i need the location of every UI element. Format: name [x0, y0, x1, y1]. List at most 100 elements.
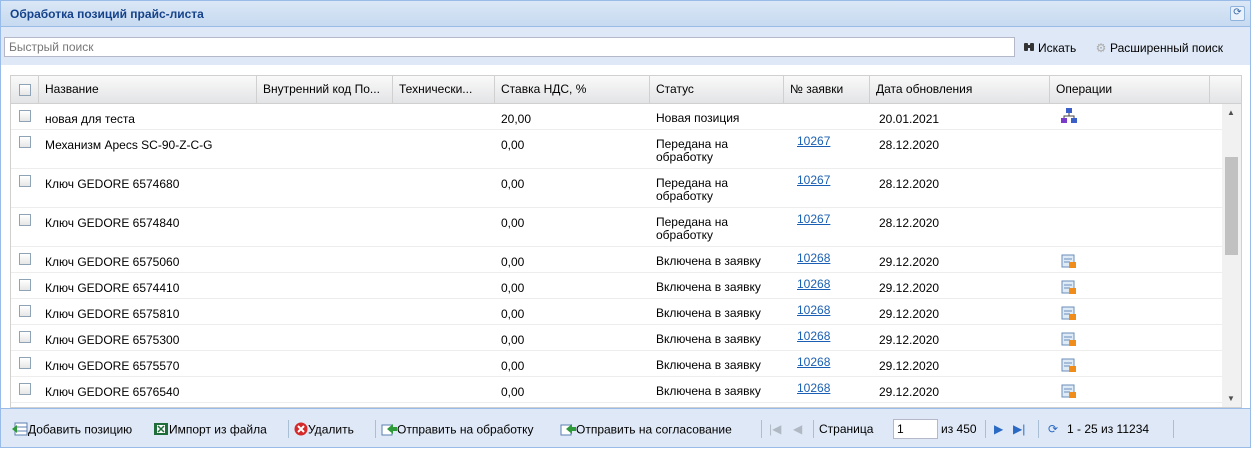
cell-status: Включена в заявку: [656, 332, 761, 346]
toolbar-separator: [288, 420, 289, 438]
column-header-order-number[interactable]: № заявки: [784, 76, 870, 103]
hierarchy-icon[interactable]: [1061, 108, 1077, 127]
order-number-link[interactable]: 10268: [797, 381, 830, 395]
delete-icon: [294, 422, 308, 439]
order-number-link[interactable]: 10268: [797, 251, 830, 265]
table-row[interactable]: новая для теста 20,00 Новая позиция 20.01.2…: [11, 104, 1222, 130]
table-row[interactable]: Ключ GEDORE 6576540 0,00 Включена в заявку…: [11, 377, 1222, 403]
row-checkbox[interactable]: [19, 110, 31, 122]
send-processing-label: Отправить на обработку: [397, 422, 534, 437]
import-file-button[interactable]: Импорт из файла: [153, 422, 267, 439]
select-all-checkbox[interactable]: [19, 84, 31, 96]
positions-grid: Название Внутренний код По... Технически…: [10, 75, 1242, 408]
add-row-icon: [12, 422, 28, 439]
form-icon[interactable]: [1061, 253, 1077, 272]
vertical-scrollbar[interactable]: ▲ ▼: [1222, 104, 1241, 407]
scroll-down-arrow-icon[interactable]: ▼: [1227, 394, 1235, 403]
page-number-input[interactable]: 1: [893, 419, 938, 439]
previous-page-icon[interactable]: ◀: [793, 422, 802, 436]
cell-name: Ключ GEDORE 6575060: [45, 255, 180, 269]
send-processing-button[interactable]: Отправить на обработку: [381, 422, 534, 439]
row-checkbox[interactable]: [19, 214, 31, 226]
order-number-link[interactable]: 10267: [797, 134, 830, 148]
table-row[interactable]: Ключ GEDORE 6574840 0,00 Передана на обраб…: [11, 208, 1222, 247]
delete-button[interactable]: Удалить: [294, 422, 354, 439]
row-checkbox[interactable]: [19, 136, 31, 148]
cell-update-date: 28.12.2020: [879, 216, 940, 230]
form-icon[interactable]: [1061, 305, 1077, 324]
cell-update-date: 20.01.2021: [879, 112, 940, 126]
cell-vat: 0,00: [501, 359, 525, 373]
row-checkbox[interactable]: [19, 279, 31, 291]
cell-name: Ключ GEDORE 6575810: [45, 307, 180, 321]
add-position-button[interactable]: Добавить позицию: [12, 422, 132, 439]
search-button-label: Искать: [1038, 41, 1077, 55]
row-checkbox[interactable]: [19, 253, 31, 265]
table-row[interactable]: Ключ GEDORE 6574680 0,00 Передана на обраб…: [11, 169, 1222, 208]
row-checkbox[interactable]: [19, 305, 31, 317]
row-checkbox[interactable]: [19, 383, 31, 395]
form-icon[interactable]: [1061, 383, 1077, 402]
order-number-link[interactable]: 10267: [797, 212, 830, 226]
add-position-label: Добавить позицию: [28, 422, 133, 437]
column-header-name[interactable]: Название: [39, 76, 257, 103]
panel-title: Обработка позиций прайс-листа: [10, 7, 204, 21]
order-number-link[interactable]: 10268: [797, 355, 830, 369]
column-header-vat[interactable]: Ставка НДС, %: [495, 76, 650, 103]
cell-name: Ключ GEDORE 6574840: [45, 216, 180, 230]
form-icon[interactable]: [1061, 331, 1077, 350]
row-checkbox[interactable]: [19, 175, 31, 187]
advanced-search-button[interactable]: ⚙ Расширенный поиск: [1094, 41, 1223, 55]
cell-update-date: 29.12.2020: [879, 385, 940, 399]
import-file-label: Импорт из файла: [169, 422, 267, 437]
scroll-up-arrow-icon[interactable]: ▲: [1227, 108, 1235, 117]
cell-status: Включена в заявку: [656, 358, 761, 372]
cell-status: Передана на обработку: [656, 215, 728, 242]
first-page-icon[interactable]: |◀: [769, 422, 781, 436]
order-number-link[interactable]: 10268: [797, 277, 830, 291]
send-arrow-icon: [560, 422, 576, 439]
header-select-all-cell: [11, 76, 39, 103]
column-header-internal-code[interactable]: Внутренний код По...: [257, 76, 393, 103]
cell-vat: 0,00: [501, 177, 525, 191]
cell-update-date: 29.12.2020: [879, 255, 940, 269]
cell-status: Включена в заявку: [656, 280, 761, 294]
cell-status: Включена в заявку: [656, 254, 761, 268]
table-row[interactable]: Ключ GEDORE 6575060 0,00 Включена в заявку…: [11, 247, 1222, 273]
send-approval-label: Отправить на согласование: [576, 422, 732, 437]
toolbar-separator: [1173, 420, 1174, 438]
send-approval-button[interactable]: Отправить на согласование: [560, 422, 732, 439]
toolbar-separator: [1038, 420, 1039, 438]
table-row[interactable]: Механизм Apecs SC-90-Z-C-G 0,00 Передана н…: [11, 130, 1222, 169]
order-number-link[interactable]: 10267: [797, 173, 830, 187]
advanced-search-label: Расширенный поиск: [1110, 41, 1223, 55]
refresh-grid-icon[interactable]: ⟳: [1048, 422, 1058, 436]
quick-search-input[interactable]: Быстрый поиск: [4, 37, 1015, 57]
row-checkbox[interactable]: [19, 331, 31, 343]
form-icon[interactable]: [1061, 279, 1077, 298]
cell-vat: 0,00: [501, 216, 525, 230]
toolbar-separator: [375, 420, 376, 438]
table-row[interactable]: Ключ GEDORE 6574410 0,00 Включена в заявку…: [11, 273, 1222, 299]
scrollbar-thumb[interactable]: [1225, 157, 1238, 255]
column-header-status[interactable]: Статус: [650, 76, 784, 103]
order-number-link[interactable]: 10268: [797, 329, 830, 343]
last-page-icon[interactable]: ▶|: [1013, 422, 1025, 436]
column-header-technical[interactable]: Технически...: [393, 76, 495, 103]
cell-vat: 0,00: [501, 333, 525, 347]
row-checkbox[interactable]: [19, 357, 31, 369]
form-icon[interactable]: [1061, 357, 1077, 376]
order-number-link[interactable]: 10268: [797, 303, 830, 317]
refresh-icon[interactable]: ⟳: [1230, 6, 1245, 21]
search-button[interactable]: Искать: [1022, 41, 1076, 55]
cell-update-date: 28.12.2020: [879, 177, 940, 191]
table-row[interactable]: Ключ GEDORE 6575570 0,00 Включена в заявку…: [11, 351, 1222, 377]
cell-name: Механизм Apecs SC-90-Z-C-G: [45, 138, 213, 152]
cell-name: Ключ GEDORE 6574410: [45, 281, 180, 295]
cell-vat: 0,00: [501, 281, 525, 295]
next-page-icon[interactable]: ▶: [994, 422, 1003, 436]
column-header-update-date[interactable]: Дата обновления: [870, 76, 1050, 103]
table-row[interactable]: Ключ GEDORE 6575810 0,00 Включена в заявку…: [11, 299, 1222, 325]
cell-name: Ключ GEDORE 6575570: [45, 359, 180, 373]
table-row[interactable]: Ключ GEDORE 6575300 0,00 Включена в заявку…: [11, 325, 1222, 351]
